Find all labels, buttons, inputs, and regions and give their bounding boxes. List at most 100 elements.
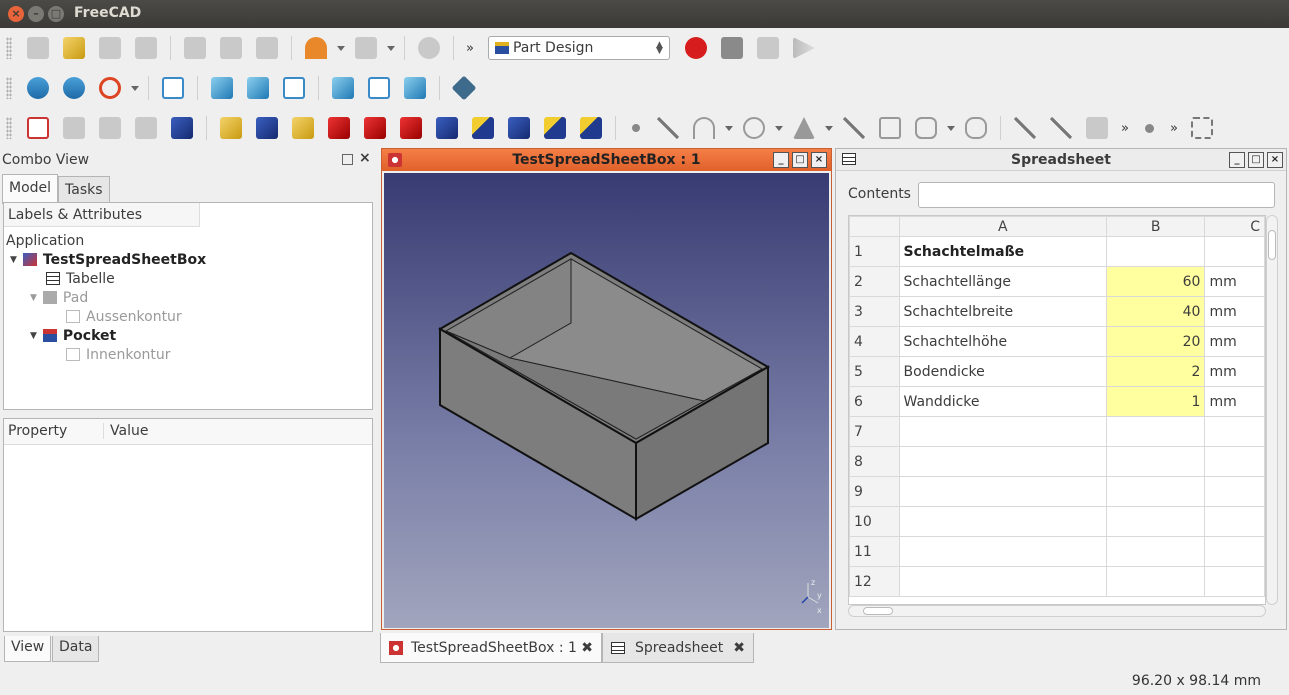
- stop-macro-icon[interactable]: [720, 37, 743, 59]
- cell-b4[interactable]: 20: [1105, 326, 1206, 357]
- cell-a12[interactable]: [898, 566, 1107, 597]
- cell-c8[interactable]: [1204, 446, 1265, 477]
- cell-b3[interactable]: 40: [1105, 296, 1206, 327]
- row-header[interactable]: 3: [849, 296, 900, 327]
- cell-a11[interactable]: [898, 536, 1107, 567]
- edit-macro-icon[interactable]: [756, 37, 779, 59]
- expand-arrow-icon[interactable]: ▼: [30, 331, 37, 341]
- external-geometry-icon[interactable]: [1086, 117, 1108, 139]
- cell-b2[interactable]: 60: [1105, 266, 1206, 297]
- tab-tasks[interactable]: Tasks: [58, 176, 110, 204]
- 3d-viewport[interactable]: z y x: [384, 173, 829, 628]
- tree-item-pad[interactable]: ▼ Pad: [30, 288, 88, 307]
- view-sketch-icon[interactable]: [135, 117, 157, 139]
- cell-b10[interactable]: [1105, 506, 1206, 537]
- fit-selection-icon[interactable]: [63, 77, 85, 99]
- window-close-button[interactable]: ×: [8, 6, 24, 22]
- cell-a1[interactable]: Schachtelmaße: [898, 236, 1107, 267]
- tab-data[interactable]: Data: [52, 636, 100, 662]
- rectangle-icon[interactable]: [879, 117, 901, 139]
- rear-view-icon[interactable]: [332, 77, 354, 99]
- export-icon[interactable]: [99, 117, 121, 139]
- slot-icon[interactable]: [965, 117, 987, 139]
- cell-c12[interactable]: [1204, 566, 1265, 597]
- point-icon[interactable]: [632, 124, 640, 132]
- subwindow-minimize-button[interactable]: _: [1229, 152, 1245, 168]
- column-header-c[interactable]: C: [1204, 216, 1265, 237]
- cell-b6[interactable]: 1: [1105, 386, 1206, 417]
- row-header[interactable]: 9: [849, 476, 900, 507]
- subwindow-close-button[interactable]: ×: [1267, 152, 1283, 168]
- circle-icon[interactable]: [743, 117, 765, 139]
- tab-model[interactable]: Model: [2, 174, 59, 204]
- chamfer-icon[interactable]: [400, 117, 422, 139]
- toolbar-overflow-icon[interactable]: »: [1121, 121, 1129, 136]
- window-maximize-button[interactable]: □: [48, 6, 64, 22]
- subwindow-minimize-button[interactable]: _: [773, 152, 789, 168]
- tree-item-aussenkontur[interactable]: Aussenkontur: [66, 307, 182, 326]
- trim-icon[interactable]: [1050, 117, 1072, 139]
- arc-icon[interactable]: [693, 117, 715, 139]
- mirrored-icon[interactable]: [472, 117, 494, 139]
- toolbar-grip[interactable]: [6, 117, 12, 139]
- cell-c1[interactable]: [1204, 236, 1265, 267]
- expand-arrow-icon[interactable]: ▼: [30, 293, 37, 303]
- toolbar-grip[interactable]: [6, 77, 12, 99]
- scrollbar-thumb[interactable]: [863, 607, 893, 615]
- row-header[interactable]: 11: [849, 536, 900, 567]
- doc-tab-3d-view[interactable]: TestSpreadSheetBox : 1 ✖: [380, 633, 602, 663]
- conic-dropdown-icon[interactable]: [825, 125, 833, 131]
- toolbar-overflow-icon[interactable]: »: [466, 41, 474, 56]
- subwindow-close-button[interactable]: ×: [811, 152, 827, 168]
- polyline-icon[interactable]: [843, 117, 865, 139]
- tree-item-pocket[interactable]: ▼ Pocket: [30, 326, 116, 345]
- draw-style-dropdown-icon[interactable]: [131, 85, 139, 91]
- new-file-icon[interactable]: [27, 37, 49, 59]
- doc-tab-spreadsheet[interactable]: Spreadsheet ✖: [602, 633, 754, 663]
- cell-a9[interactable]: [898, 476, 1107, 507]
- close-tab-icon[interactable]: ✖: [733, 640, 745, 656]
- cell-a7[interactable]: [898, 416, 1107, 447]
- row-header[interactable]: 4: [849, 326, 900, 357]
- polygon-dropdown-icon[interactable]: [947, 125, 955, 131]
- undock-icon[interactable]: [342, 154, 353, 165]
- toolbar-overflow-icon[interactable]: »: [1170, 121, 1178, 136]
- cell-a8[interactable]: [898, 446, 1107, 477]
- cell-b5[interactable]: 2: [1105, 356, 1206, 387]
- pad-icon[interactable]: [220, 117, 242, 139]
- measure-distance-icon[interactable]: [451, 75, 477, 101]
- cell-c2[interactable]: mm: [1204, 266, 1265, 297]
- row-header[interactable]: 8: [849, 446, 900, 477]
- cell-c3[interactable]: mm: [1204, 296, 1265, 327]
- cell-b7[interactable]: [1105, 416, 1206, 447]
- copy-icon[interactable]: [220, 37, 242, 59]
- create-sketch-icon[interactable]: [27, 117, 49, 139]
- right-view-icon[interactable]: [283, 77, 305, 99]
- arc-dropdown-icon[interactable]: [725, 125, 733, 131]
- revolution-icon[interactable]: [292, 117, 314, 139]
- undo-dropdown-icon[interactable]: [337, 45, 345, 51]
- scrollbar-thumb[interactable]: [1268, 230, 1276, 260]
- cell-a2[interactable]: Schachtellänge: [898, 266, 1107, 297]
- bottom-view-icon[interactable]: [368, 77, 390, 99]
- close-icon[interactable]: ×: [359, 150, 371, 166]
- draft-icon[interactable]: [436, 117, 458, 139]
- cell-a5[interactable]: Bodendicke: [898, 356, 1107, 387]
- value-column-header[interactable]: Value: [110, 423, 148, 439]
- cell-c11[interactable]: [1204, 536, 1265, 567]
- row-header[interactable]: 5: [849, 356, 900, 387]
- spreadsheet-grid[interactable]: A B C 1 Schachtelmaße 2 Schachtellänge 6…: [848, 215, 1266, 605]
- select-constraints-icon[interactable]: [1190, 117, 1213, 139]
- polygon-icon[interactable]: [915, 117, 937, 139]
- isometric-view-icon[interactable]: [162, 77, 184, 99]
- polar-pattern-icon[interactable]: [544, 117, 566, 139]
- tree-header[interactable]: Labels & Attributes: [4, 203, 200, 227]
- contents-input[interactable]: [918, 182, 1275, 208]
- left-view-icon[interactable]: [404, 77, 426, 99]
- cell-c5[interactable]: mm: [1204, 356, 1265, 387]
- paste-icon[interactable]: [256, 37, 278, 59]
- circle-dropdown-icon[interactable]: [775, 125, 783, 131]
- cell-c10[interactable]: [1204, 506, 1265, 537]
- constrain-point-icon[interactable]: [1144, 123, 1154, 133]
- column-header-b[interactable]: B: [1105, 216, 1206, 237]
